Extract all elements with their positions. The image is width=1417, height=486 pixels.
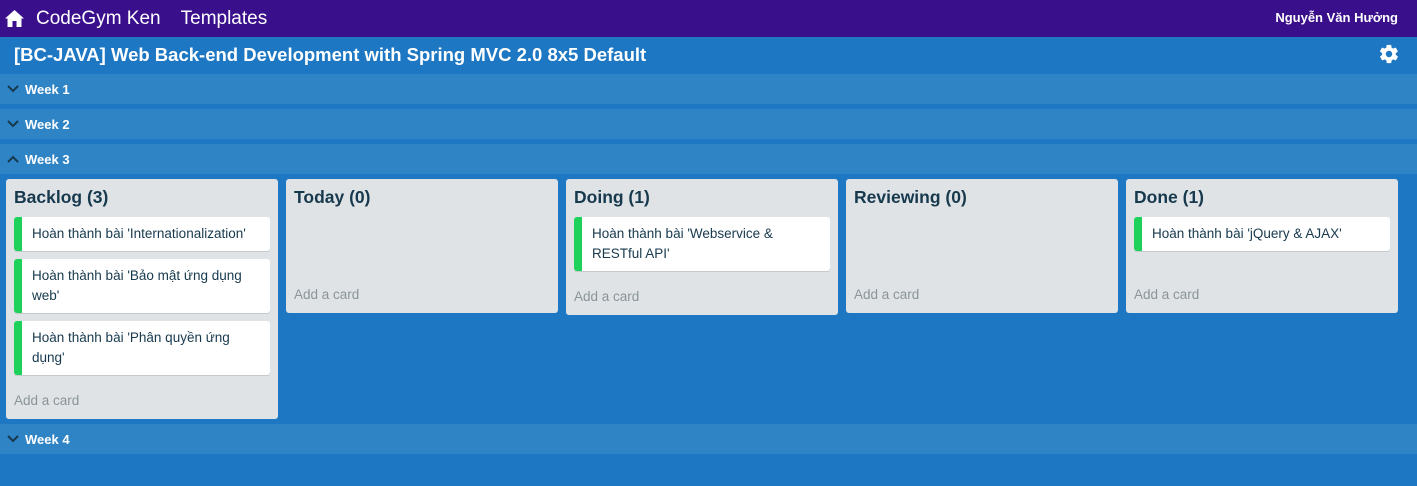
board-title: [BC-JAVA] Web Back-end Development with …: [14, 43, 647, 65]
list-done: Done (1) Hoàn thành bài 'jQuery & AJAX' …: [1126, 179, 1398, 313]
list-doing: Doing (1) Hoàn thành bài 'Webservice & R…: [566, 179, 838, 315]
card-text: Hoàn thành bài 'Bảo mật ứng dụng web': [32, 268, 242, 303]
week-row-3[interactable]: Week 3: [0, 144, 1417, 174]
card-text: Hoàn thành bài 'Webservice & RESTful API…: [592, 226, 773, 261]
add-card-button[interactable]: Add a card: [574, 289, 639, 304]
add-card-button[interactable]: Add a card: [854, 287, 919, 302]
top-nav-bar: CodeGym Ken Templates Nguyễn Văn Hưởng: [0, 0, 1417, 37]
chevron-down-icon: [7, 83, 19, 95]
card-label: [14, 217, 22, 251]
card-text: Hoàn thành bài 'Phân quyền ứng dụng': [32, 330, 230, 365]
gear-icon[interactable]: [1378, 43, 1400, 65]
week-label: Week 2: [25, 116, 70, 132]
card[interactable]: Hoàn thành bài 'Bảo mật ứng dụng web': [14, 259, 270, 313]
week-label: Week 1: [25, 81, 70, 97]
card-label: [574, 217, 582, 271]
list-today: Today (0) Add a card: [286, 179, 558, 313]
home-icon[interactable]: [4, 9, 24, 29]
week-label: Week 4: [25, 431, 70, 447]
list-title: Reviewing (0): [854, 187, 967, 207]
chevron-down-icon: [7, 433, 19, 445]
card[interactable]: Hoàn thành bài 'jQuery & AJAX': [1134, 217, 1390, 251]
week-row-4[interactable]: Week 4: [0, 424, 1417, 454]
chevron-up-icon: [7, 153, 19, 165]
list-reviewing: Reviewing (0) Add a card: [846, 179, 1118, 313]
week-row-1[interactable]: Week 1: [0, 74, 1417, 104]
add-card-button[interactable]: Add a card: [14, 393, 79, 408]
card-label: [14, 259, 22, 313]
card-text: Hoàn thành bài 'jQuery & AJAX': [1152, 226, 1342, 241]
list-title: Done (1): [1134, 187, 1204, 207]
card[interactable]: Hoàn thành bài 'Phân quyền ứng dụng': [14, 321, 270, 375]
add-card-button[interactable]: Add a card: [294, 287, 359, 302]
list-title: Doing (1): [574, 187, 650, 207]
brand-link[interactable]: CodeGym Ken: [36, 8, 161, 30]
card[interactable]: Hoàn thành bài 'Internationalization': [14, 217, 270, 251]
card[interactable]: Hoàn thành bài 'Webservice & RESTful API…: [574, 217, 830, 271]
user-menu[interactable]: Nguyễn Văn Hưởng: [1275, 10, 1398, 25]
list-title: Today (0): [294, 187, 371, 207]
week-label: Week 3: [25, 151, 70, 167]
card-label: [1134, 217, 1142, 251]
week-row-2[interactable]: Week 2: [0, 109, 1417, 139]
templates-link[interactable]: Templates: [181, 8, 268, 30]
add-card-button[interactable]: Add a card: [1134, 287, 1199, 302]
board-header: [BC-JAVA] Web Back-end Development with …: [0, 37, 1417, 72]
chevron-down-icon: [7, 118, 19, 130]
card-label: [14, 321, 22, 375]
list-backlog: Backlog (3) Hoàn thành bài 'Internationa…: [6, 179, 278, 419]
list-title: Backlog (3): [14, 187, 109, 207]
card-text: Hoàn thành bài 'Internationalization': [32, 226, 246, 241]
